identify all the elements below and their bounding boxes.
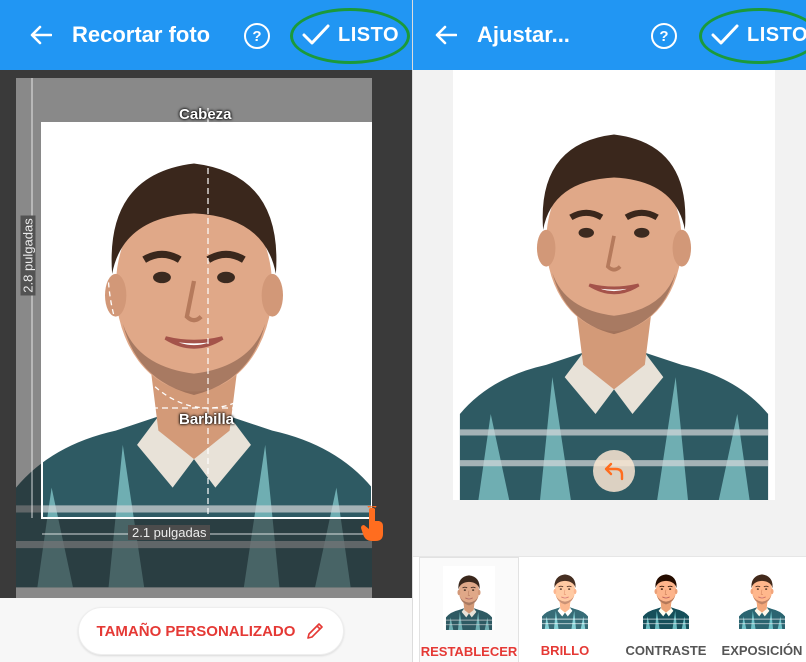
filter-strip: RESTABLECER BRILLO CONTRASTE EXPOSICIÓN <box>413 556 806 662</box>
done-label: LISTO <box>747 23 806 46</box>
filter-label: RESTABLECER <box>420 644 518 659</box>
filter-label: BRILLO <box>540 643 590 658</box>
adjust-app-bar: Ajustar... ? LISTO <box>413 0 806 70</box>
crop-screen: Cabeza Barbilla 2.8 pulgadas 2.1 pulgada… <box>0 0 412 662</box>
height-dimension-label: 2.8 pulgadas <box>20 215 36 296</box>
undo-button[interactable] <box>593 450 635 492</box>
filter-brightness[interactable]: BRILLO <box>523 557 607 662</box>
page-title: Recortar foto <box>72 22 211 47</box>
check-icon <box>711 24 739 45</box>
crop-app-bar: Recortar foto ? LISTO <box>0 0 412 70</box>
filter-contrast[interactable]: CONTRASTE <box>621 557 711 662</box>
page-title: Ajustar... <box>477 22 570 47</box>
resize-handle-icon[interactable] <box>360 504 386 542</box>
filter-thumbnail <box>736 565 788 629</box>
chin-guide-label: Barbilla <box>179 411 235 428</box>
help-icon[interactable]: ? <box>244 23 270 49</box>
filter-label: EXPOSICIÓN <box>721 643 803 658</box>
filter-exposure[interactable]: EXPOSICIÓN <box>719 557 805 662</box>
app-root: Cabeza Barbilla 2.8 pulgadas 2.1 pulgada… <box>0 0 806 662</box>
filter-thumbnail <box>539 565 591 629</box>
done-label: LISTO <box>338 23 400 46</box>
check-icon <box>302 24 330 45</box>
done-button[interactable]: LISTO <box>711 10 806 60</box>
crop-photo[interactable]: Cabeza Barbilla 2.8 pulgadas 2.1 pulgada… <box>16 78 372 598</box>
done-button[interactable]: LISTO <box>302 10 399 60</box>
head-guide-label: Cabeza <box>179 106 232 123</box>
filter-label: CONTRASTE <box>625 643 707 658</box>
filter-thumbnail <box>640 565 692 629</box>
portrait-image <box>453 70 775 500</box>
undo-icon <box>604 462 624 481</box>
filter-reset[interactable]: RESTABLECER <box>419 557 519 662</box>
help-icon[interactable]: ? <box>651 23 677 49</box>
width-dimension-label: 2.1 pulgadas <box>128 525 211 540</box>
custom-size-label: TAMAÑO PERSONALIZADO <box>96 622 296 640</box>
adjust-screen: Ajustar... ? LISTO RESTABLECER BRILLO CO… <box>412 0 806 662</box>
back-arrow-icon[interactable] <box>431 20 461 50</box>
adjust-photo <box>453 70 775 500</box>
pencil-icon <box>307 623 324 639</box>
back-arrow-icon[interactable] <box>26 20 56 50</box>
filter-thumbnail <box>443 566 495 630</box>
crop-mask <box>16 78 372 598</box>
custom-size-button[interactable]: TAMAÑO PERSONALIZADO <box>78 607 344 655</box>
